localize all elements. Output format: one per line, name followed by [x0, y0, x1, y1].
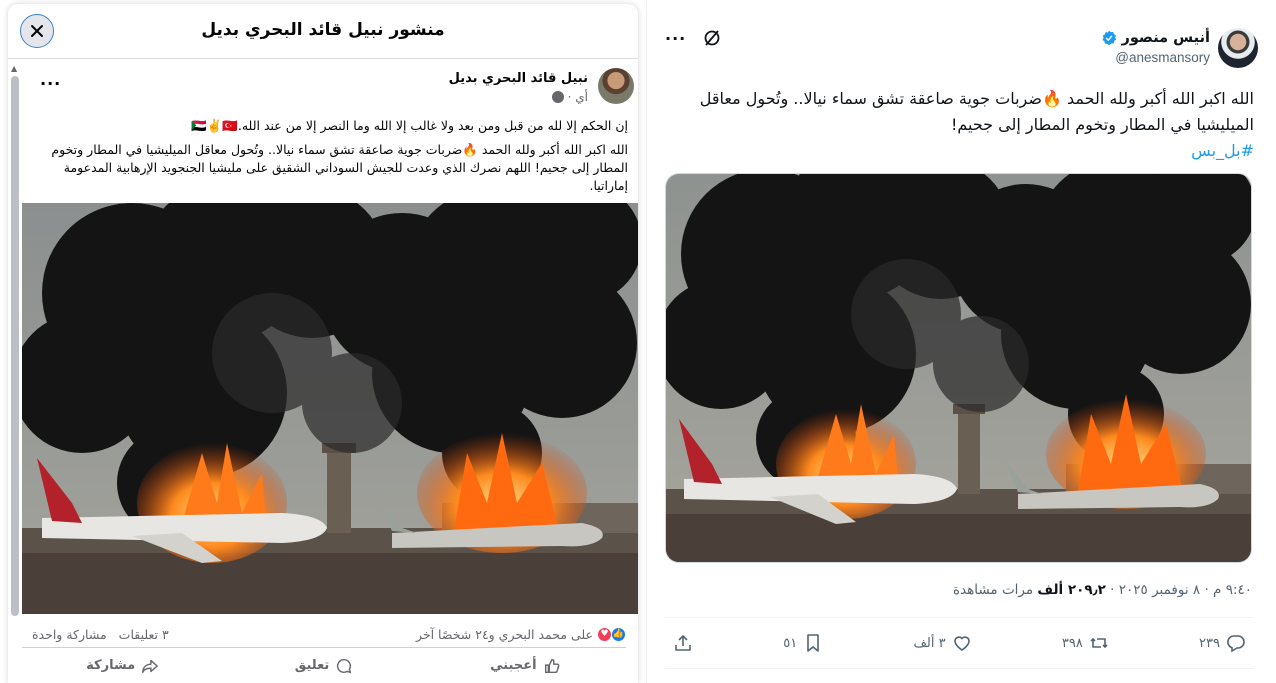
burning-planes-photo — [666, 174, 1251, 562]
like-reaction-icon: 👍 — [611, 626, 626, 642]
post-paragraph: الله اكبر الله أكبر ولله الحمد 🔥ضربات جو… — [51, 142, 628, 193]
post-top-actions: ··· — [665, 28, 722, 48]
burning-planes-photo — [12, 183, 638, 614]
share-label: مشاركة — [86, 658, 136, 673]
post-timestamp-views: ٩:٤٠ م · ٨ نوفمبر ٢٠٢٥ · ٢٠٩٫٢ ألف مرات … — [953, 582, 1252, 598]
globe-icon — [551, 91, 564, 103]
love-reaction-icon: ♥ — [597, 626, 612, 642]
repost-icon — [1090, 638, 1108, 648]
comment-icon — [337, 658, 352, 673]
post-meta: أي · — [551, 90, 588, 104]
close-button[interactable] — [20, 14, 54, 48]
avatar[interactable] — [598, 68, 634, 104]
comment-label: تعليق — [294, 658, 330, 673]
close-icon — [31, 25, 43, 37]
shares-count[interactable]: مشاركة واحدة — [32, 627, 107, 642]
comments-count[interactable]: ٣ تعليقات — [119, 627, 169, 642]
like-label: أعجبني — [490, 658, 537, 673]
comment-button[interactable]: تعليق — [223, 648, 424, 683]
post-timestamp[interactable]: ٩:٤٠ م · ٨ نوفمبر ٢٠٢٥ · — [1106, 582, 1252, 598]
reactions-summary[interactable]: 👍 ♥ علی محمد البحري و٢٤ شخصًا آخر — [416, 626, 626, 642]
x-post: أنيس منصور @anesmansory ··· الله اكبر ال… — [646, 0, 1276, 683]
more-options-button[interactable]: ··· — [665, 29, 686, 48]
like-count: ٣ ألف — [913, 635, 946, 651]
modal-title: منشور نبيل قائد البحري بديل — [201, 20, 445, 40]
more-options-button[interactable]: ··· — [40, 74, 61, 93]
scrollbar[interactable]: ▲ — [8, 62, 22, 622]
post-text: إن الحكم إلا لله من قبل ومن بعد ولا غالب… — [32, 117, 628, 201]
repost-button[interactable]: ٣٩٨ — [1062, 633, 1109, 653]
display-name-row[interactable]: أنيس منصور — [1101, 30, 1210, 46]
post-image[interactable] — [12, 183, 638, 614]
scroll-up-icon: ▲ — [11, 64, 18, 73]
post-time[interactable]: أي · — [568, 90, 588, 104]
post-actions: أعجبني تعليق مشاركة — [22, 647, 626, 683]
heart-icon — [953, 636, 970, 651]
post-text: الله اكبر الله أكبر ولله الحمد 🔥ضربات جو… — [665, 86, 1254, 164]
post-paragraph: إن الحكم إلا لله من قبل ومن بعد ولا غالب… — [191, 118, 628, 133]
scrollbar-thumb[interactable] — [11, 76, 19, 616]
thumbs-up-icon — [544, 658, 559, 673]
like-button[interactable]: ٣ ألف — [913, 633, 971, 653]
modal-header: منشور نبيل قائد البحري بديل — [8, 4, 638, 59]
engagement-counts: ٣ تعليقات مشاركة واحدة — [32, 627, 169, 642]
display-name[interactable]: أنيس منصور — [1121, 30, 1210, 46]
reply-icon — [1227, 635, 1245, 653]
post-stats: 👍 ♥ علی محمد البحري و٢٤ شخصًا آخر ٣ تعلي… — [32, 622, 626, 646]
grok-icon[interactable] — [702, 28, 722, 48]
post-header: نبيل قائد البحري بديل أي · ··· — [22, 66, 634, 116]
share-button[interactable]: مشاركة — [22, 648, 223, 683]
views-label: مرات مشاهدة — [953, 582, 1038, 598]
bookmark-count: ٥١ — [783, 635, 798, 651]
reply-count: ٢٣٩ — [1199, 635, 1220, 651]
post-author[interactable]: نبيل قائد البحري بديل — [449, 71, 588, 86]
post-body: الله اكبر الله أكبر ولله الحمد 🔥ضربات جو… — [699, 89, 1254, 134]
like-button[interactable]: أعجبني — [425, 648, 626, 683]
views-count: ٢٠٩٫٢ ألف — [1037, 582, 1106, 598]
reactions-text[interactable]: علی محمد البحري و٢٤ شخصًا آخر — [416, 627, 593, 642]
repost-count: ٣٩٨ — [1061, 635, 1083, 651]
hashtag-link[interactable]: #بل_بس — [665, 138, 1254, 164]
share-icon — [142, 659, 159, 673]
bookmark-icon — [807, 634, 820, 652]
avatar[interactable] — [1218, 28, 1258, 68]
verified-badge-icon — [1103, 30, 1117, 46]
post-image[interactable] — [665, 173, 1252, 563]
user-handle[interactable]: @anesmansory — [1115, 50, 1210, 65]
bookmark-button[interactable]: ٥١ — [783, 633, 823, 653]
facebook-post-modal: منشور نبيل قائد البحري بديل ▲ نبيل قائد … — [8, 4, 638, 683]
reply-button[interactable]: ٢٣٩ — [1199, 633, 1246, 653]
post-actions: ٢٣٩ ٣٩٨ ٣ ألف ٥١ — [665, 617, 1254, 669]
share-button[interactable] — [673, 633, 693, 653]
share-icon — [675, 635, 691, 651]
